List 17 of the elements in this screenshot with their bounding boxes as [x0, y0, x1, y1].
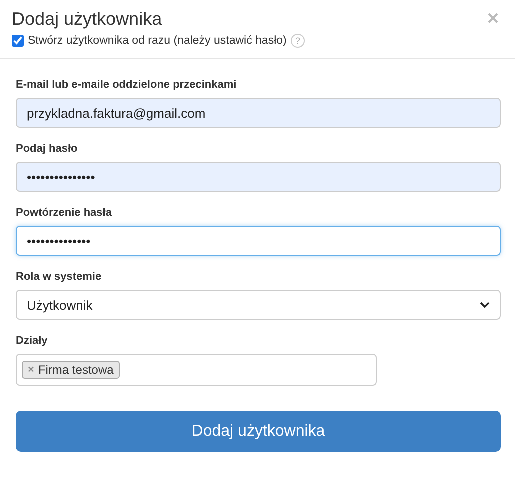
field-label: Podaj hasło: [16, 143, 79, 155]
role-dropdown[interactable]: Użytkownik: [16, 290, 501, 320]
tags-field[interactable]: × Firma testowa: [16, 354, 377, 386]
dialog-title: Dodaj użytkownika: [12, 8, 162, 30]
field-label: Rola w systemie: [16, 271, 103, 283]
input-field[interactable]: •••••••••••••••: [16, 162, 501, 192]
field-label: Powtórzenie hasła: [16, 207, 113, 219]
checkbox[interactable]: [12, 35, 24, 47]
input-field[interactable]: przykladna.faktura@gmail.com: [16, 98, 501, 128]
input-field[interactable]: ••••••••••••••: [16, 226, 501, 256]
checkbox-label: Stwórz użytkownika od razu (należy ustawić hasło): [28, 35, 287, 47]
chevron-icon: [480, 302, 490, 308]
tag-label: Firma testowa: [38, 363, 114, 377]
submit-button[interactable]: Dodaj użytkownika: [16, 411, 501, 452]
field-label: E-mail lub e-maile oddzielone przecinkami: [16, 79, 238, 91]
tag-chip[interactable]: × Firma testowa: [22, 361, 120, 379]
field-label: Działy: [16, 335, 49, 347]
